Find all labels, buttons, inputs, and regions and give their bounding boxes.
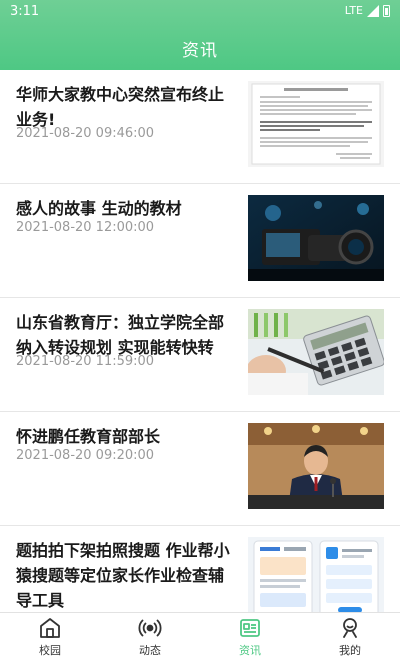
news-title: 题拍拍下架拍照搜题 作业帮小猿搜题等定位家长作业检查辅导工具 (16, 541, 230, 610)
bottom-tab-bar: 校园 动态 资讯 我的 (0, 612, 400, 660)
news-list[interactable]: 华师大家教中心突然宣布终止业务! 2021-08-20 09:46:00 感人的… (0, 70, 400, 612)
news-list-item[interactable]: 华师大家教中心突然宣布终止业务! 2021-08-20 09:46:00 (0, 70, 400, 184)
news-date: 2021-08-20 11:59:00 (16, 354, 155, 369)
news-date: 2021-08-20 09:46:00 (16, 126, 155, 141)
page-title: 资讯 (182, 41, 218, 61)
news-list-item[interactable]: 感人的故事 生动的教材 2021-08-20 12:00:00 (0, 184, 400, 298)
network-type: LTE (344, 4, 363, 17)
battery-icon (383, 4, 390, 17)
news-thumbnail (248, 309, 384, 395)
news-date: 2021-08-20 09:20:00 (16, 448, 155, 463)
news-thumbnail (248, 423, 384, 509)
news-list-item[interactable]: 题拍拍下架拍照搜题 作业帮小猿搜题等定位家长作业检查辅导工具 (0, 526, 400, 612)
news-list-item[interactable]: 山东省教育厅：独立学院全部纳入转设规划 实现能转快转 2021-08-20 11… (0, 298, 400, 412)
tab-label: 动态 (139, 643, 161, 657)
news-icon (240, 618, 260, 637)
news-date: 2021-08-20 12:00:00 (16, 220, 155, 235)
news-title: 感人的故事 生动的教材 (16, 199, 182, 218)
news-thumbnail (248, 81, 384, 167)
status-bar: 3:11 LTE (0, 0, 400, 24)
tab-profile[interactable]: 我的 (300, 613, 400, 660)
news-thumbnail (248, 537, 384, 612)
status-time: 3:11 (10, 4, 40, 19)
news-title: 山东省教育厅：独立学院全部纳入转设规划 实现能转快转 (16, 313, 225, 357)
app-header: 3:11 LTE 资讯 (0, 0, 400, 70)
signal-icon (367, 4, 379, 17)
tab-label: 资讯 (239, 643, 261, 657)
broadcast-icon (138, 619, 162, 636)
news-title: 怀进鹏任教育部部长 (16, 427, 161, 446)
news-list-item[interactable]: 怀进鹏任教育部部长 2021-08-20 09:20:00 (0, 412, 400, 526)
tab-label: 校园 (39, 643, 61, 657)
tab-campus[interactable]: 校园 (0, 613, 100, 660)
news-thumbnail (248, 195, 384, 281)
tab-feed[interactable]: 动态 (100, 613, 200, 660)
home-icon (40, 617, 60, 638)
tab-label: 我的 (339, 643, 361, 657)
tab-news[interactable]: 资讯 (200, 613, 300, 660)
news-title: 华师大家教中心突然宣布终止业务! (16, 85, 225, 129)
status-icons: LTE (345, 4, 390, 17)
profile-icon (343, 617, 357, 638)
